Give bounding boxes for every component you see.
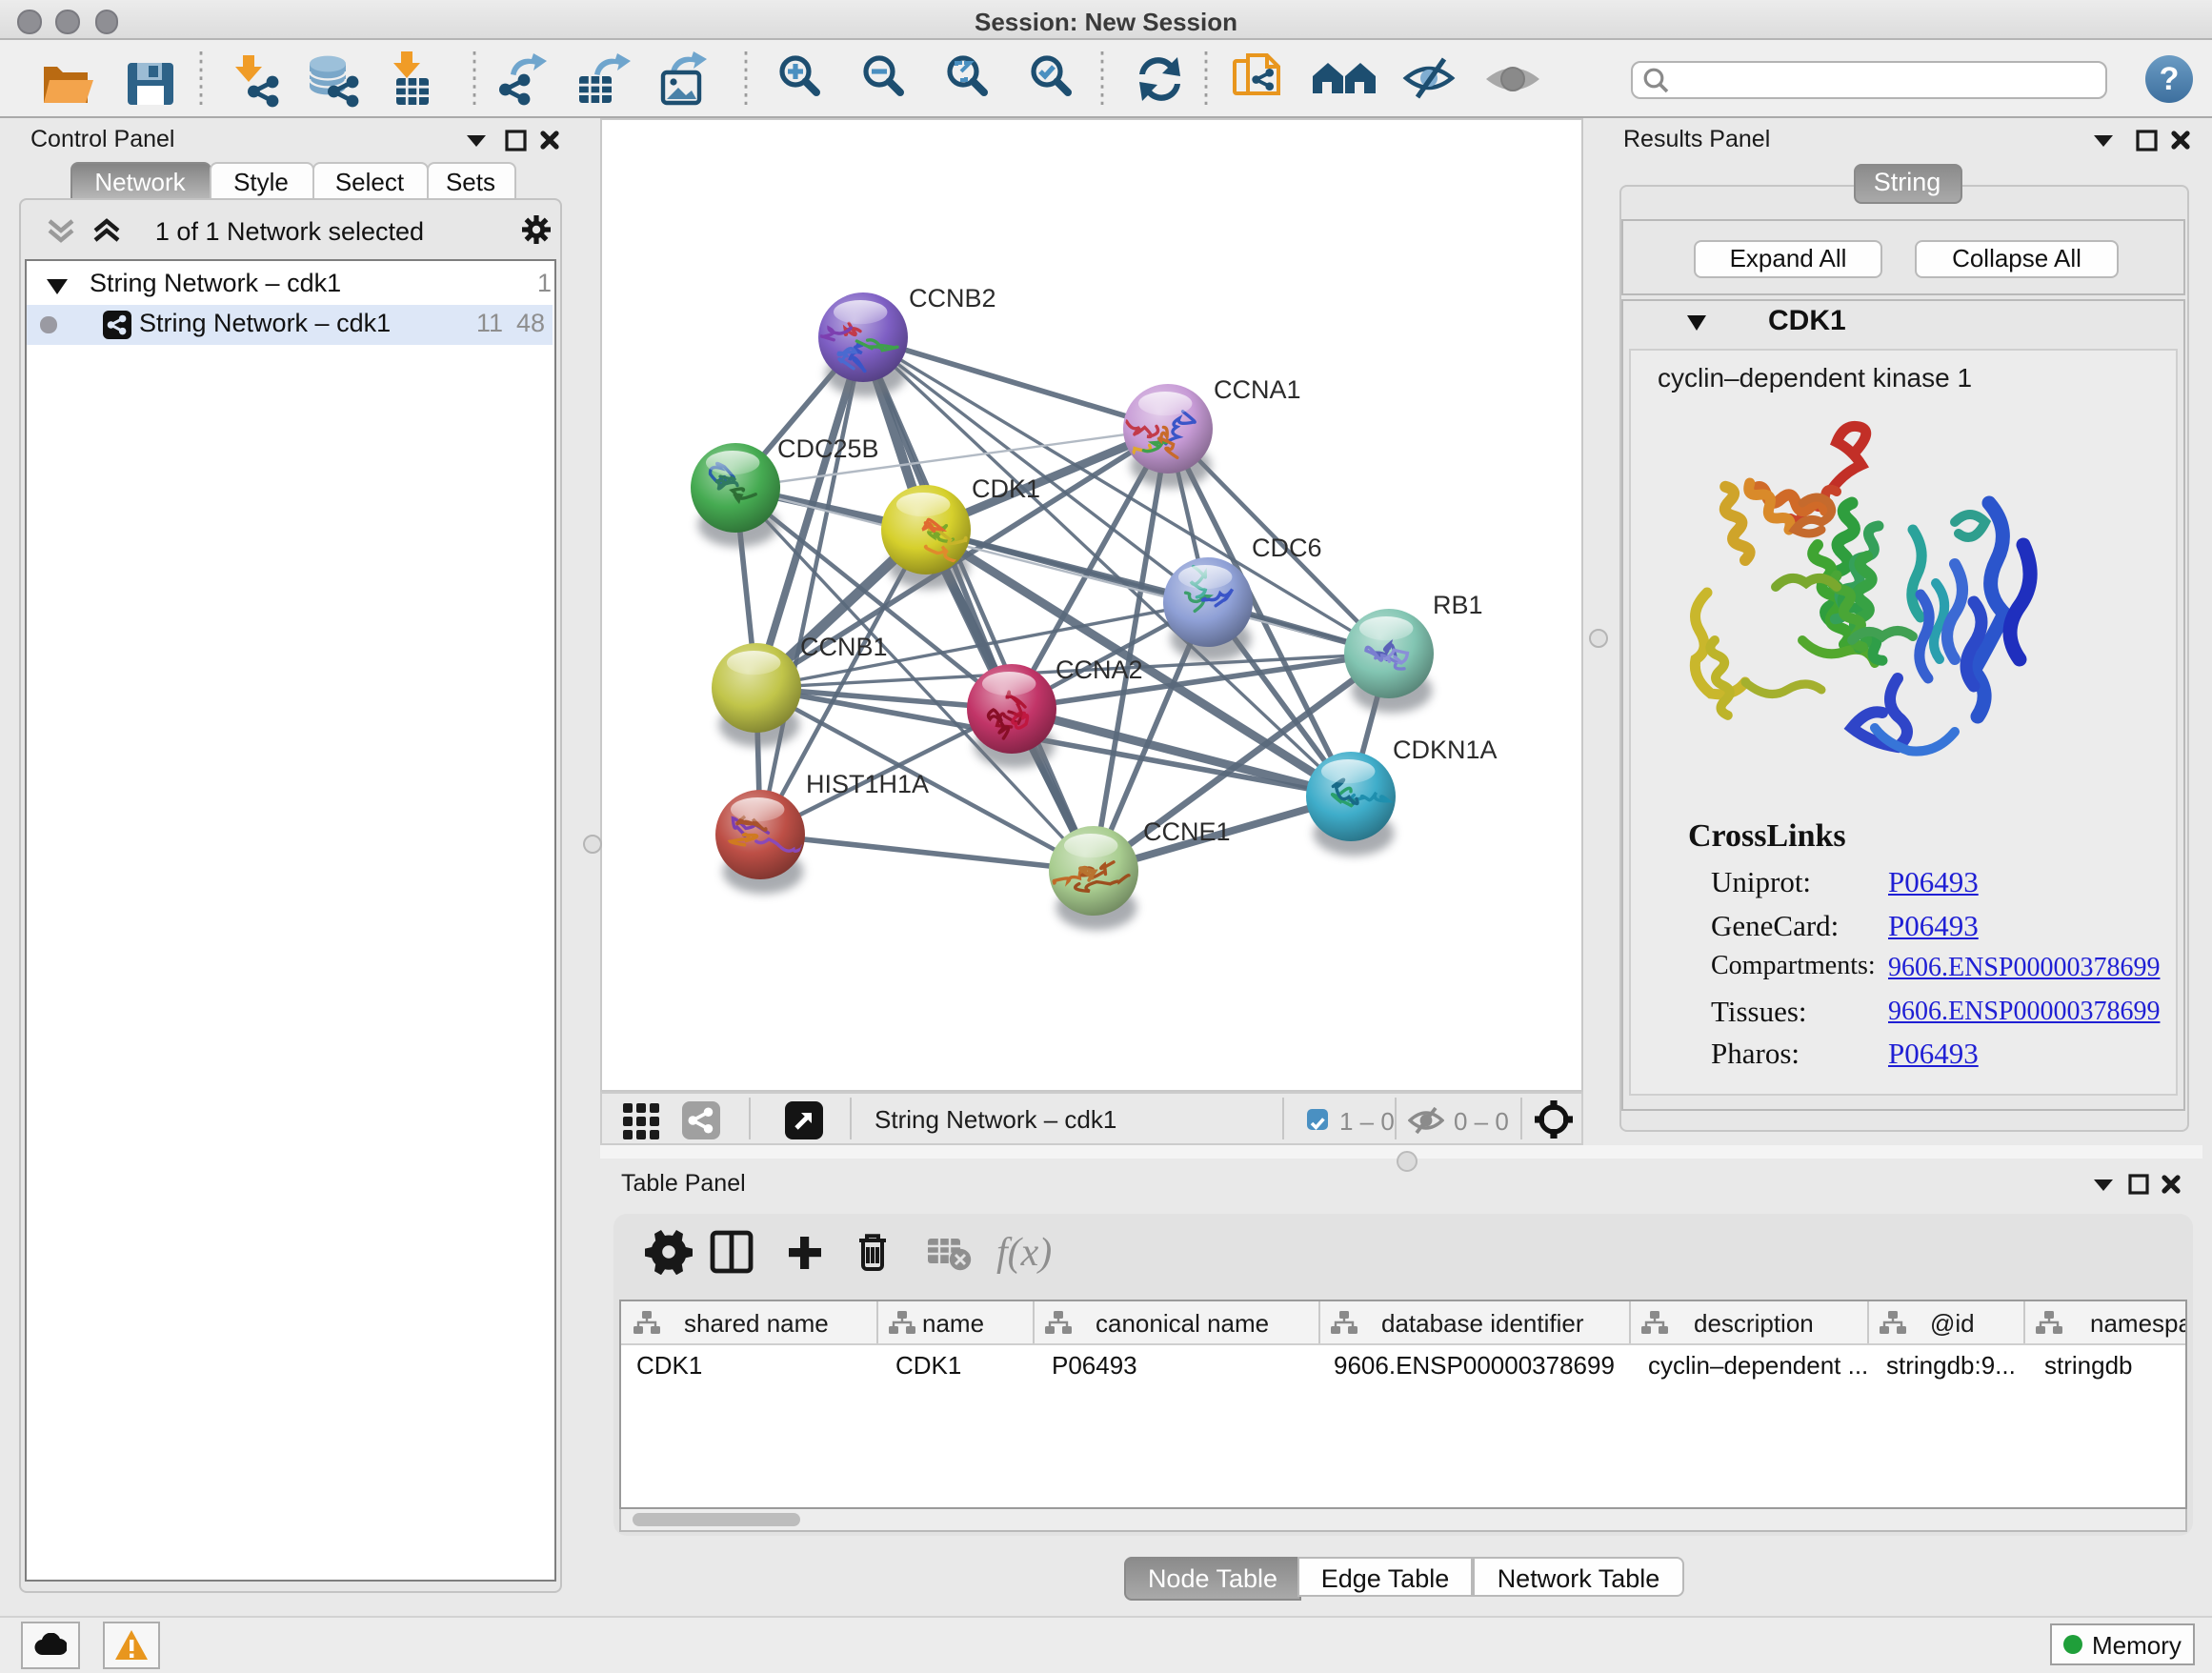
svg-text:f(x): f(x): [996, 1231, 1052, 1275]
svg-text:CCNB2: CCNB2: [909, 284, 996, 312]
svg-text:CDKN1A: CDKN1A: [1393, 736, 1498, 764]
svg-text:CDC6: CDC6: [1252, 534, 1322, 562]
svg-text:CDC25B: CDC25B: [777, 434, 879, 463]
svg-text:CCNB1: CCNB1: [800, 633, 888, 661]
svg-text:CDK1: CDK1: [972, 474, 1040, 503]
svg-text:RB1: RB1: [1433, 591, 1483, 619]
svg-text:CCNA1: CCNA1: [1214, 375, 1301, 404]
svg-text:HIST1H1A: HIST1H1A: [806, 770, 929, 798]
svg-text:CCNA2: CCNA2: [1056, 655, 1143, 684]
svg-text:CCNE1: CCNE1: [1143, 817, 1231, 846]
